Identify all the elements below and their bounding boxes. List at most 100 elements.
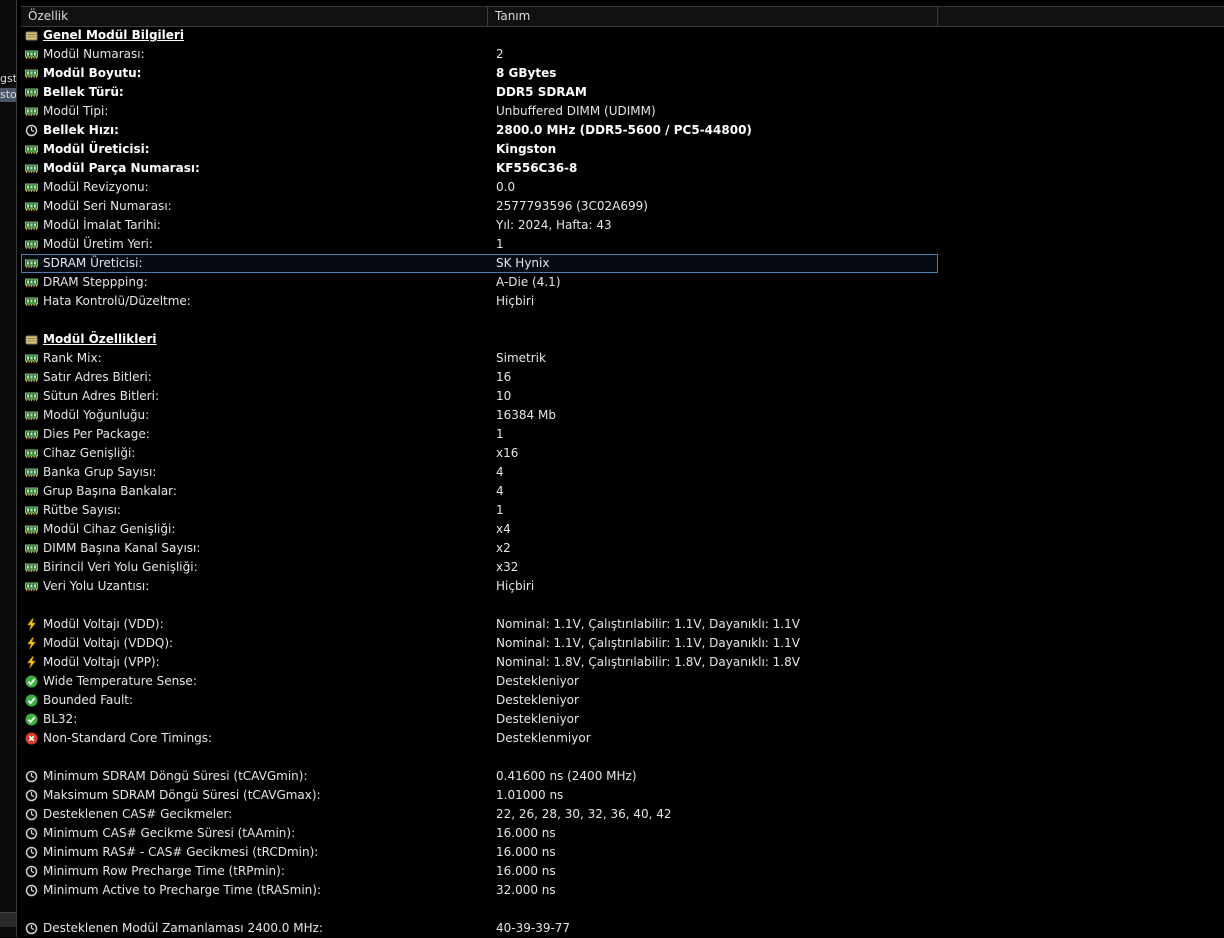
property-label: Sütun Adres Bitleri: xyxy=(43,389,159,403)
property-label: Maksimum SDRAM Döngü Süresi (tCAVGmax): xyxy=(43,788,321,802)
memory-icon xyxy=(25,48,38,61)
property-row[interactable]: Minimum Active to Precharge Time (tRASmi… xyxy=(21,881,1224,900)
property-row[interactable]: Modül Voltajı (VDDQ): Nominal: 1.1V, Çalı… xyxy=(21,634,1224,653)
property-value: 16384 Mb xyxy=(496,408,556,422)
property-row[interactable]: Hata Kontrolü/Düzeltme: Hiçbiri xyxy=(21,292,1224,311)
property-row[interactable]: Cihaz Genişliği: x16 xyxy=(21,444,1224,463)
spacer-row xyxy=(21,748,1224,767)
property-value: Nominal: 1.8V, Çalıştırılabilir: 1.8V, D… xyxy=(496,655,800,669)
property-label: Modül Parça Numarası: xyxy=(43,161,200,175)
property-value: x4 xyxy=(496,522,511,536)
property-row[interactable]: Modül Yoğunluğu: 16384 Mb xyxy=(21,406,1224,425)
property-row[interactable]: Bellek Türü: DDR5 SDRAM xyxy=(21,83,1224,102)
property-label: Dies Per Package: xyxy=(43,427,150,441)
property-label: SDRAM Üreticisi: xyxy=(43,256,143,270)
memory-icon xyxy=(25,390,38,403)
property-row[interactable]: Minimum CAS# Gecikme Süresi (tAAmin): 16.… xyxy=(21,824,1224,843)
property-label: Grup Başına Bankalar: xyxy=(43,484,177,498)
memory-icon xyxy=(25,162,38,175)
property-row[interactable]: Bounded Fault: Destekleniyor xyxy=(21,691,1224,710)
property-row[interactable]: Rank Mix: Simetrik xyxy=(21,349,1224,368)
property-row[interactable]: Modül Tipi: Unbuffered DIMM (UDIMM) xyxy=(21,102,1224,121)
property-row[interactable]: Minimum RAS# - CAS# Gecikmesi (tRCDmin):… xyxy=(21,843,1224,862)
section-header[interactable]: Genel Modül Bilgileri xyxy=(21,26,1224,45)
property-row[interactable]: Sütun Adres Bitleri: 10 xyxy=(21,387,1224,406)
tree-item-stub[interactable]: gst xyxy=(0,72,16,86)
property-row[interactable]: Wide Temperature Sense: Destekleniyor xyxy=(21,672,1224,691)
horizontal-scrollbar[interactable] xyxy=(0,912,16,927)
memory-icon xyxy=(25,447,38,460)
property-row[interactable]: Modül Revizyonu: 0.0 xyxy=(21,178,1224,197)
column-header-value[interactable]: Tanım xyxy=(488,7,938,26)
memory-icon xyxy=(25,181,38,194)
memory-icon xyxy=(25,200,38,213)
property-row[interactable]: Modül Üretim Yeri: 1 xyxy=(21,235,1224,254)
section-title: Modül Özellikleri xyxy=(43,332,157,346)
clock-icon xyxy=(25,124,38,137)
voltage-icon xyxy=(25,656,38,669)
section-title: Genel Modül Bilgileri xyxy=(43,28,184,42)
property-row[interactable]: Birincil Veri Yolu Genişliği: x32 xyxy=(21,558,1224,577)
property-row[interactable]: Desteklenen CAS# Gecikmeler: 22, 26, 28, … xyxy=(21,805,1224,824)
property-label: Modül Numarası: xyxy=(43,47,145,61)
property-label: Modül Seri Numarası: xyxy=(43,199,172,213)
property-row[interactable]: Veri Yolu Uzantısı: Hiçbiri xyxy=(21,577,1224,596)
property-value: 0.41600 ns (2400 MHz) xyxy=(496,769,637,783)
property-row[interactable]: Non-Standard Core Timings: Desteklenmiyor xyxy=(21,729,1224,748)
memory-icon xyxy=(25,276,38,289)
memory-icon xyxy=(25,542,38,555)
property-row[interactable]: Bellek Hızı: 2800.0 MHz (DDR5-5600 / PC5-… xyxy=(21,121,1224,140)
property-row[interactable]: DRAM Steppping: A-Die (4.1) xyxy=(21,273,1224,292)
device-tree-panel[interactable]: gst sto xyxy=(0,0,17,937)
property-row[interactable]: Rütbe Sayısı: 1 xyxy=(21,501,1224,520)
property-row[interactable]: Modül Cihaz Genişliği: x4 xyxy=(21,520,1224,539)
column-header-property[interactable]: Özellik xyxy=(21,7,488,26)
property-row[interactable]: SDRAM Üreticisi: SK Hynix xyxy=(21,254,938,273)
memory-icon xyxy=(25,67,38,80)
property-row[interactable]: Modül Voltajı (VPP): Nominal: 1.8V, Çalış… xyxy=(21,653,1224,672)
module-folder-icon xyxy=(25,333,38,346)
property-value: Destekleniyor xyxy=(496,674,579,688)
property-row[interactable]: Minimum Row Precharge Time (tRPmin): 16.0… xyxy=(21,862,1224,881)
property-label: Bellek Hızı: xyxy=(43,123,119,137)
property-label: Modül Yoğunluğu: xyxy=(43,408,150,422)
property-row[interactable]: DIMM Başına Kanal Sayısı: x2 xyxy=(21,539,1224,558)
property-row[interactable]: Grup Başına Bankalar: 4 xyxy=(21,482,1224,501)
property-list: Genel Modül Bilgileri Modül Numarası: 2 Mod… xyxy=(21,26,1224,938)
property-row[interactable]: Modül İmalat Tarihi: Yıl: 2024, Hafta: 43 xyxy=(21,216,1224,235)
memory-icon xyxy=(25,352,38,365)
clock-icon xyxy=(25,884,38,897)
property-value: KF556C36-8 xyxy=(496,161,578,175)
property-label: Minimum SDRAM Döngü Süresi (tCAVGmin): xyxy=(43,769,308,783)
property-row[interactable]: Banka Grup Sayısı: 4 xyxy=(21,463,1224,482)
property-row[interactable]: Desteklenen Modül Zamanlaması 2400.0 MHz… xyxy=(21,919,1224,938)
property-row[interactable]: Modül Boyutu: 8 GBytes xyxy=(21,64,1224,83)
property-value: 10 xyxy=(496,389,512,403)
memory-icon xyxy=(25,504,38,517)
property-label: Modül Voltajı (VPP): xyxy=(43,655,160,669)
tree-item-stub-selected[interactable]: sto xyxy=(0,88,16,102)
property-row[interactable]: Dies Per Package: 1 xyxy=(21,425,1224,444)
property-value: 16.000 ns xyxy=(496,864,556,878)
property-label: Modül Cihaz Genişliği: xyxy=(43,522,176,536)
property-label: DRAM Steppping: xyxy=(43,275,148,289)
property-label: Modül Üreticisi: xyxy=(43,142,150,156)
property-row[interactable]: Modül Üreticisi: Kingston xyxy=(21,140,1224,159)
property-row[interactable]: Maksimum SDRAM Döngü Süresi (tCAVGmax): 1… xyxy=(21,786,1224,805)
property-label: Modül Tipi: xyxy=(43,104,109,118)
section-header[interactable]: Modül Özellikleri xyxy=(21,330,1224,349)
clock-icon xyxy=(25,865,38,878)
property-row[interactable]: Modül Seri Numarası: 2577793596 (3C02A699… xyxy=(21,197,1224,216)
property-row[interactable]: Minimum SDRAM Döngü Süresi (tCAVGmin): 0.… xyxy=(21,767,1224,786)
property-value: Desteklenmiyor xyxy=(496,731,591,745)
property-row[interactable]: BL32: Destekleniyor xyxy=(21,710,1224,729)
memory-icon xyxy=(25,257,38,270)
property-row[interactable]: Modül Parça Numarası: KF556C36-8 xyxy=(21,159,1224,178)
property-row[interactable]: Modül Voltajı (VDD): Nominal: 1.1V, Çalış… xyxy=(21,615,1224,634)
property-row[interactable]: Satır Adres Bitleri: 16 xyxy=(21,368,1224,387)
property-value: SK Hynix xyxy=(496,256,550,270)
property-row[interactable]: Modül Numarası: 2 xyxy=(21,45,1224,64)
property-label: Birincil Veri Yolu Genişliği: xyxy=(43,560,198,574)
check-icon xyxy=(25,675,38,688)
property-label: BL32: xyxy=(43,712,78,726)
